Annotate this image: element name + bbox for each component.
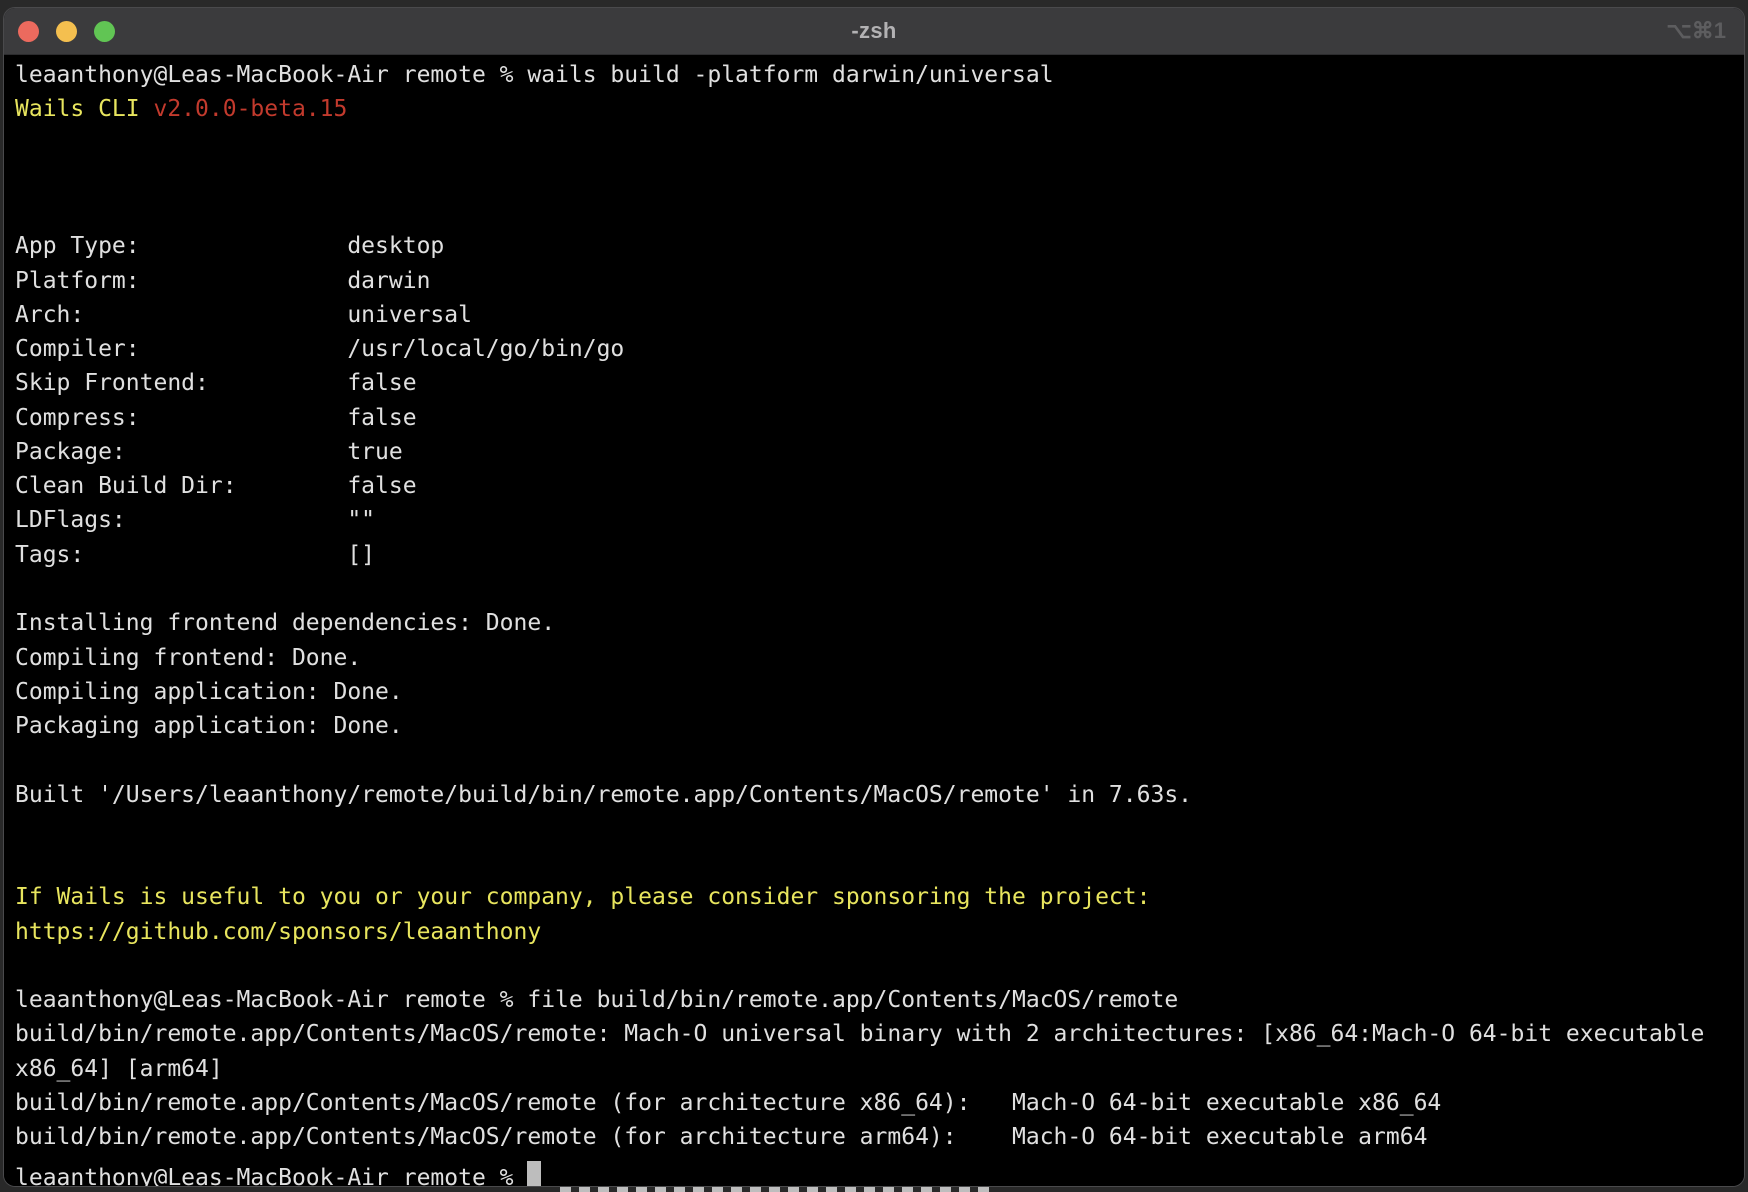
zoom-button[interactable] (94, 21, 115, 42)
terminal-text-segment: Wails CLI (15, 96, 153, 122)
close-button[interactable] (18, 21, 39, 42)
terminal-text-segment: Arch: universal (15, 302, 472, 328)
terminal-line: Built '/Users/leaanthony/remote/build/bi… (15, 778, 1744, 812)
terminal-window: -zsh ⌥⌘1 leaanthony@Leas-MacBook-Air rem… (3, 7, 1745, 1187)
terminal-line: Compiling frontend: Done. (15, 641, 1744, 675)
terminal-line: App Type: desktop (15, 229, 1744, 263)
terminal-screen[interactable]: leaanthony@Leas-MacBook-Air remote % wai… (4, 55, 1744, 1186)
terminal-line: build/bin/remote.app/Contents/MacOS/remo… (15, 1086, 1744, 1120)
terminal-line: leaanthony@Leas-MacBook-Air remote % fil… (15, 983, 1744, 1017)
terminal-line: Packaging application: Done. (15, 709, 1744, 743)
terminal-text-segment: leaanthony@Leas-MacBook-Air remote % wai… (15, 62, 1054, 88)
terminal-text-segment: Platform: darwin (15, 268, 430, 294)
terminal-line: https://github.com/sponsors/leaanthony (15, 915, 1744, 949)
terminal-line: Wails CLI v2.0.0-beta.15 (15, 92, 1744, 126)
terminal-line: x86_64] [arm64] (15, 1052, 1744, 1086)
minimize-button[interactable] (56, 21, 77, 42)
terminal-output: leaanthony@Leas-MacBook-Air remote % wai… (15, 58, 1744, 1186)
terminal-line: build/bin/remote.app/Contents/MacOS/remo… (15, 1120, 1744, 1154)
terminal-cursor (527, 1161, 541, 1187)
terminal-text-segment: leaanthony@Leas-MacBook-Air remote % (15, 1165, 527, 1187)
terminal-text-segment: Compiling frontend: Done. (15, 645, 361, 671)
window-title: -zsh (851, 18, 896, 44)
terminal-text-segment: build/bin/remote.app/Contents/MacOS/remo… (15, 1021, 1704, 1047)
terminal-line: build/bin/remote.app/Contents/MacOS/remo… (15, 1017, 1744, 1051)
terminal-text-segment: x86_64] [arm64] (15, 1056, 223, 1082)
terminal-text-segment: https://github.com/sponsors/leaanthony (15, 919, 541, 945)
terminal-text-segment: Tags: [] (15, 542, 375, 568)
terminal-text-segment: leaanthony@Leas-MacBook-Air remote % fil… (15, 987, 1178, 1013)
terminal-line: Skip Frontend: false (15, 366, 1744, 400)
terminal-text-segment: Installing frontend dependencies: Done. (15, 610, 555, 636)
terminal-line: Tags: [] (15, 538, 1744, 572)
terminal-text-segment: Skip Frontend: false (15, 370, 417, 396)
window-shortcut-badge: ⌥⌘1 (1666, 18, 1726, 44)
terminal-text-segment: build/bin/remote.app/Contents/MacOS/remo… (15, 1090, 1441, 1116)
terminal-text-segment: If Wails is useful to you or your compan… (15, 884, 1150, 910)
terminal-line (15, 743, 1744, 777)
terminal-line: Compiling application: Done. (15, 675, 1744, 709)
terminal-line (15, 195, 1744, 229)
terminal-line (15, 161, 1744, 195)
terminal-line: If Wails is useful to you or your compan… (15, 880, 1744, 914)
terminal-text-segment: Clean Build Dir: false (15, 473, 417, 499)
terminal-line: leaanthony@Leas-MacBook-Air remote % wai… (15, 58, 1744, 92)
terminal-line (15, 572, 1744, 606)
terminal-line: Platform: darwin (15, 264, 1744, 298)
terminal-line: leaanthony@Leas-MacBook-Air remote % (15, 1155, 1744, 1187)
terminal-line: Clean Build Dir: false (15, 469, 1744, 503)
terminal-line: Installing frontend dependencies: Done. (15, 606, 1744, 640)
terminal-text-segment: Compiler: /usr/local/go/bin/go (15, 336, 624, 362)
terminal-text-segment: LDFlags: "" (15, 507, 375, 533)
terminal-line (15, 949, 1744, 983)
terminal-line: Arch: universal (15, 298, 1744, 332)
terminal-text-segment: Compiling application: Done. (15, 679, 403, 705)
terminal-line (15, 812, 1744, 846)
terminal-line: Compress: false (15, 401, 1744, 435)
terminal-line (15, 127, 1744, 161)
terminal-line: LDFlags: "" (15, 503, 1744, 537)
terminal-line: Compiler: /usr/local/go/bin/go (15, 332, 1744, 366)
terminal-text-segment: Built '/Users/leaanthony/remote/build/bi… (15, 782, 1192, 808)
terminal-text-segment: Package: true (15, 439, 403, 465)
terminal-text-segment: Compress: false (15, 405, 417, 431)
terminal-line: Package: true (15, 435, 1744, 469)
terminal-text-segment: Packaging application: Done. (15, 713, 403, 739)
terminal-text-segment: build/bin/remote.app/Contents/MacOS/remo… (15, 1124, 1427, 1150)
window-controls (18, 8, 115, 54)
terminal-text-segment: App Type: desktop (15, 233, 444, 259)
window-titlebar[interactable]: -zsh ⌥⌘1 (4, 8, 1744, 55)
terminal-line (15, 846, 1744, 880)
terminal-text-segment: v2.0.0-beta.15 (153, 96, 347, 122)
